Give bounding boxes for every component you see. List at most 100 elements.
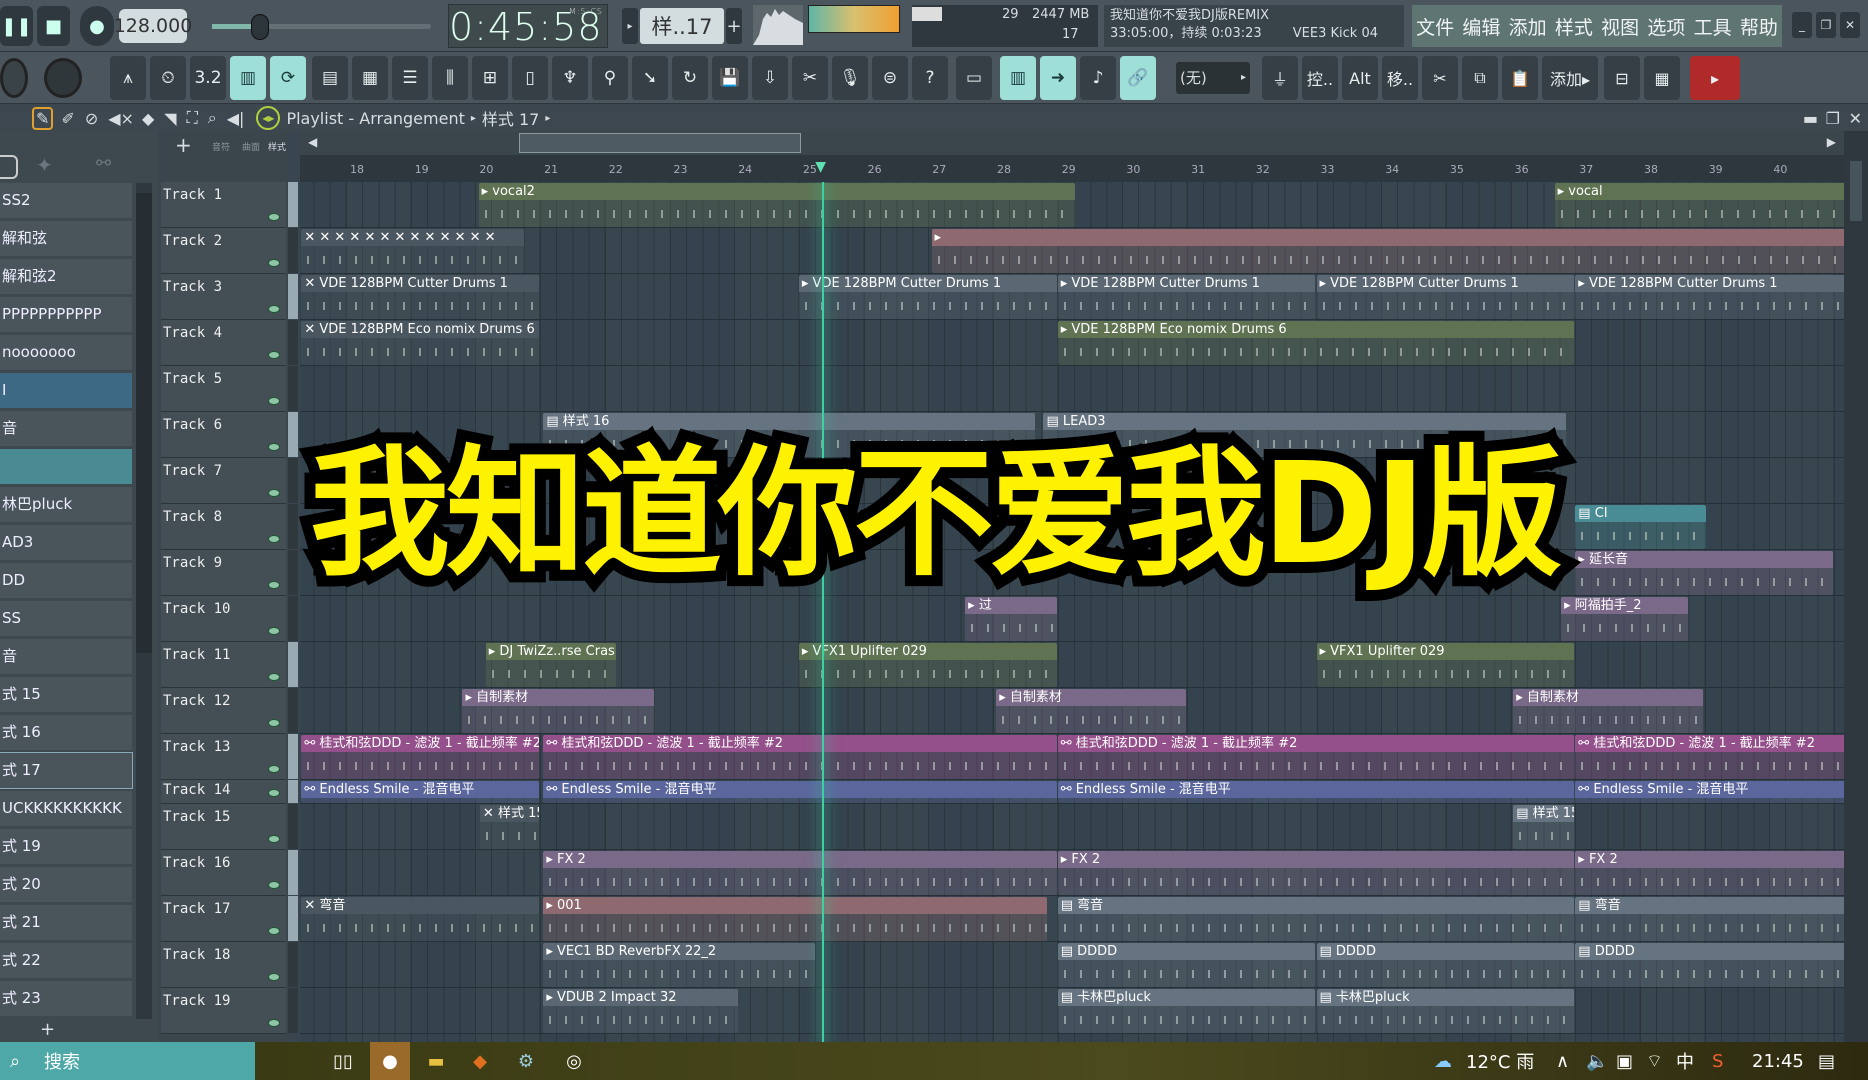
track-enable-led[interactable] [268, 1019, 280, 1027]
paint-tool-icon[interactable]: ✐ [61, 109, 74, 128]
slider-knob[interactable] [251, 14, 270, 40]
playlist-clip[interactable]: ⚯ 桂式和弦DDD - 滤波 1 - 截止频率 #2 [301, 735, 540, 779]
wait-record-icon[interactable]: ⏲ [150, 56, 186, 100]
tray-chevron-icon[interactable]: ∧ [1556, 1042, 1569, 1080]
playhead-marker-icon[interactable]: ▼ [815, 159, 826, 175]
pattern-item[interactable]: 音 [0, 639, 132, 674]
playlist-maximize-button[interactable]: ❐ [1826, 109, 1840, 128]
audio-filter-icon[interactable]: ✦ [36, 153, 53, 177]
playlist-clip[interactable]: ▸ FX 2 [1575, 851, 1844, 895]
playback-tool-icon[interactable]: ◀| [227, 109, 245, 128]
pattern-item[interactable]: PPPPPPPPPPP [0, 297, 132, 332]
track-color-strip[interactable] [288, 804, 298, 849]
track-color-strip[interactable] [288, 780, 298, 803]
obs-icon[interactable]: ◎ [556, 1042, 592, 1080]
arrow-icon[interactable]: ➜ [1040, 56, 1076, 100]
pattern-item[interactable]: 式 23 [0, 981, 132, 1016]
playlist-clip[interactable]: ▤ DDDD [1057, 943, 1316, 987]
track-enable-led[interactable] [268, 213, 280, 221]
track-header[interactable]: Track 12 [161, 688, 286, 734]
track-color-strip[interactable] [288, 688, 298, 733]
playlist-clip[interactable]: ▸ 001 [543, 897, 1047, 941]
playlist-clip[interactable]: ✕ 样式 15 [479, 805, 540, 849]
playlist-clip[interactable]: ⚯ Endless Smile - 混音电平 [1057, 781, 1575, 803]
playlist-clip[interactable]: ▤ DDDD [1575, 943, 1844, 987]
add-pattern-button[interactable]: + [40, 1019, 55, 1040]
chat-icon[interactable]: ⊜ [872, 56, 908, 100]
track-color-strip[interactable] [288, 896, 298, 941]
zoom-tool-icon[interactable]: ⌕ [208, 108, 217, 128]
channel-rack-icon[interactable]: ☰ [392, 56, 428, 100]
tab-notes[interactable]: 音符 [209, 133, 233, 163]
playhead[interactable] [822, 182, 825, 1042]
pattern-item[interactable]: 式 17 [0, 752, 133, 789]
playlist-clip[interactable]: ⚯ Endless Smile - 混音电平 [1575, 781, 1844, 803]
track-color-strip[interactable] [288, 734, 298, 779]
track-color-strip[interactable] [288, 182, 298, 227]
track-header[interactable]: Track 14 [161, 780, 286, 804]
paste-icon[interactable]: 📋 [1502, 56, 1538, 100]
playlist-clip[interactable]: ▸ 自制素材 [996, 689, 1187, 733]
step-edit-icon[interactable]: ▥ [230, 56, 266, 100]
song-position-slider[interactable] [212, 14, 431, 40]
track-enable-led[interactable] [268, 835, 280, 843]
add-button[interactable]: 添加▸ [1542, 56, 1598, 100]
track-header[interactable]: Track 2 [161, 228, 286, 274]
move-button[interactable]: 移.. [1382, 56, 1418, 100]
pattern-item[interactable]: UCKKKKKKKKKK [0, 791, 132, 826]
playlist-clip[interactable]: ⚯ 桂式和弦DDD - 滤波 1 - 截止频率 #2 [1057, 735, 1575, 779]
steam-icon[interactable]: ⚙ [508, 1042, 544, 1080]
pattern-prev-button[interactable]: ▸ [622, 8, 638, 44]
time-display[interactable]: 0:45:58 M:S:CS [448, 4, 608, 49]
playlist-close-button[interactable]: ✕ [1849, 109, 1862, 128]
sogou-icon[interactable]: S [1712, 1042, 1723, 1080]
scrollbar-thumb[interactable] [1850, 161, 1862, 221]
task-view-icon[interactable]: ▯▯ [328, 1042, 358, 1080]
shop-icon[interactable]: ▦ [1644, 56, 1680, 100]
track-header[interactable]: Track 10 [161, 596, 286, 642]
piano-roll-icon[interactable]: ▦ [352, 56, 388, 100]
track-enable-led[interactable] [268, 673, 280, 681]
timeline-ruler[interactable]: ◀ ▶ 18 19 20 21 22 23 24 25 26 27 28 29 30 31 32 33 34 35… [300, 131, 1844, 182]
plugin-icon[interactable]: ♆ [552, 56, 588, 100]
playlist-clip[interactable]: ▸ VDUB 2 Impact 32 [543, 989, 738, 1033]
project-icon[interactable]: ▯ [512, 56, 548, 100]
menu-add[interactable]: 添加 [1509, 13, 1547, 40]
mixer-icon[interactable]: ⫼ [432, 56, 468, 100]
slip-tool-icon[interactable]: ◆ [142, 109, 154, 128]
undo-icon[interactable]: ↻ [672, 56, 708, 100]
flag-icon[interactable]: ▸ [1690, 56, 1740, 100]
pattern-item[interactable]: SS [0, 601, 132, 636]
pattern-item[interactable]: 解和弦 [0, 221, 132, 256]
pattern-selector[interactable]: 样..17 [640, 8, 724, 44]
track-color-strip[interactable] [288, 320, 298, 365]
save-icon[interactable]: 💾 [712, 56, 748, 100]
playlist-clip[interactable]: ▸ 自制素材 [1513, 689, 1704, 733]
maximize-button[interactable]: ❐ [1816, 12, 1836, 38]
playlist-clip[interactable]: ⚯ 桂式和弦DDD - 滤波 1 - 截止频率 #2 [1575, 735, 1844, 779]
wechat-icon[interactable]: ● [370, 1042, 410, 1080]
pattern-item[interactable]: 式 22 [0, 943, 132, 978]
menu-patterns[interactable]: 样式 [1555, 13, 1593, 40]
tab-curves[interactable]: 曲面 [239, 133, 263, 163]
loop-record-icon[interactable]: ⟳ [270, 56, 306, 100]
track-header[interactable]: Track 19 [161, 988, 286, 1034]
track-header[interactable]: Track 11 [161, 642, 286, 688]
add-track-button[interactable]: + [175, 133, 192, 157]
playlist-clip[interactable]: ▸ vocal2 [478, 183, 1075, 227]
playlist-clip[interactable]: ▤ 卡林巴pluck [1057, 989, 1316, 1033]
menu-file[interactable]: 文件 [1416, 13, 1454, 40]
playlist-icon[interactable]: ◂▸ [256, 106, 281, 130]
tempo-field[interactable]: 128.000 [114, 9, 192, 43]
fl-studio-icon[interactable]: ◆ [462, 1042, 498, 1080]
overview-window[interactable] [519, 133, 801, 153]
search-icon[interactable]: ⌕ [10, 1042, 20, 1080]
menu-edit[interactable]: 编辑 [1462, 13, 1500, 40]
playlist-clip[interactable]: ▸ 阿福拍手_2 [1561, 597, 1688, 641]
track-header[interactable]: Track 17 [161, 896, 286, 942]
note-icon[interactable]: ♪ [1080, 56, 1116, 100]
playlist-clip[interactable]: ▸ vocal [1554, 183, 1844, 227]
track-enable-led[interactable] [268, 305, 280, 313]
pattern-list-scrollbar[interactable] [136, 183, 152, 1019]
track-header[interactable]: Track 4 [161, 320, 286, 366]
